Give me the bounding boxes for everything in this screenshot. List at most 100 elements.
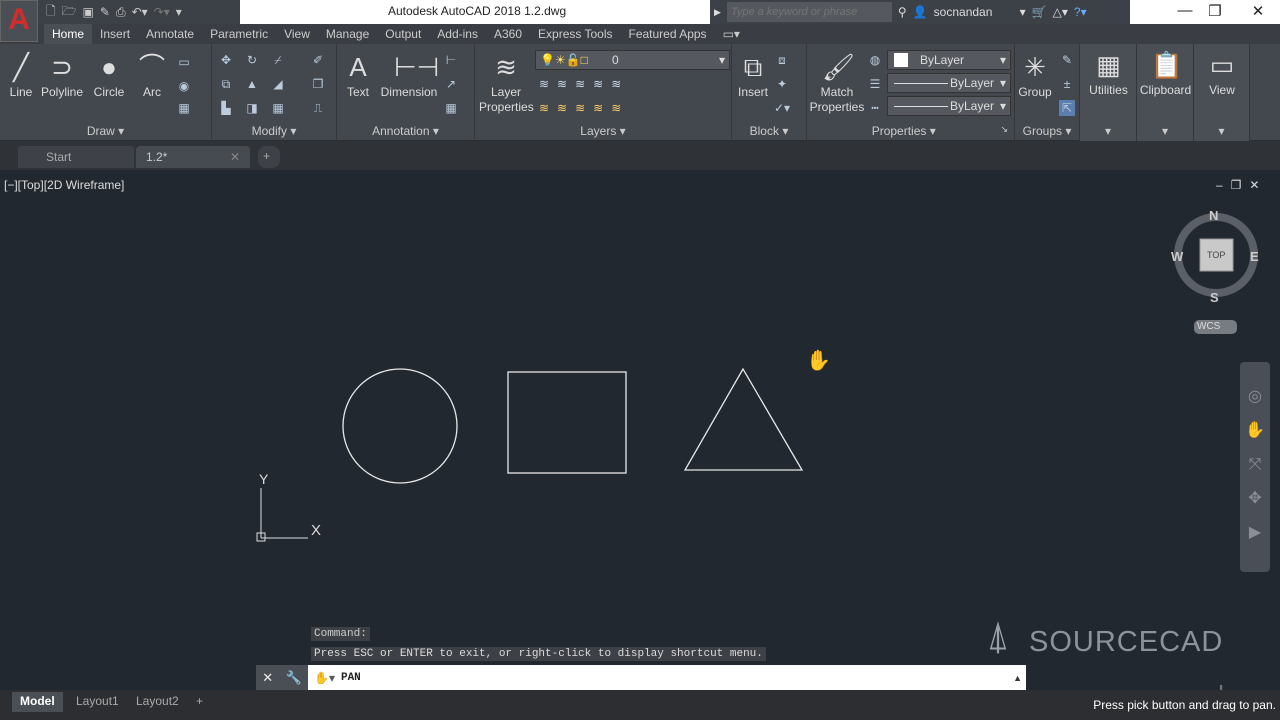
search-input[interactable] bbox=[726, 2, 892, 22]
history-toggle-icon[interactable]: ▲ bbox=[1013, 673, 1022, 683]
compass-west[interactable]: W bbox=[1171, 249, 1183, 264]
attribute-icon[interactable]: ✓▾ bbox=[774, 100, 790, 116]
file-tab-drawing[interactable]: 1.2* ✕ bbox=[136, 146, 250, 168]
linear-dim-icon[interactable]: ⊢ bbox=[443, 52, 459, 68]
viewcube-top-face[interactable]: TOP bbox=[1207, 250, 1225, 260]
circle-button[interactable]: ● Circle bbox=[90, 52, 128, 100]
close-tab-icon[interactable]: ✕ bbox=[230, 150, 240, 164]
view-button[interactable]: ▭ View bbox=[1194, 50, 1250, 98]
save-icon[interactable]: ▣ bbox=[83, 5, 94, 19]
wrench-icon[interactable]: 🔧 bbox=[286, 670, 302, 686]
tab-insert[interactable]: Insert bbox=[92, 24, 138, 44]
close-icon[interactable]: ✕ bbox=[262, 670, 273, 686]
modify-panel-title[interactable]: Modify ▾ bbox=[212, 124, 336, 138]
group-button[interactable]: ✳ Group bbox=[1017, 52, 1053, 100]
help-icon[interactable]: ?▾ bbox=[1074, 5, 1087, 19]
tab-express-tools[interactable]: Express Tools bbox=[530, 24, 620, 44]
leader-icon[interactable]: ↗ bbox=[443, 76, 459, 92]
hatch-fill-icon[interactable]: ◉ bbox=[176, 78, 192, 94]
hatch-icon[interactable]: ▦ bbox=[176, 100, 192, 116]
rectangle-icon[interactable]: ▭ bbox=[176, 54, 192, 70]
minimize-button[interactable]: — bbox=[1170, 2, 1200, 19]
layout-tab-model[interactable]: Model bbox=[12, 692, 63, 712]
group-selection-icon[interactable]: ⇱ bbox=[1059, 100, 1075, 116]
table-icon[interactable]: ▦ bbox=[443, 100, 459, 116]
orbit-icon[interactable]: ✥ bbox=[1244, 482, 1266, 516]
a360-icon[interactable]: △▾ bbox=[1053, 5, 1068, 19]
match-properties-button[interactable]: 🖌 Match Properties bbox=[809, 52, 865, 115]
move-icon[interactable]: ✥ bbox=[218, 52, 234, 68]
ribbon-minimize-icon[interactable]: ▭▾ bbox=[715, 24, 748, 44]
drawing-canvas[interactable] bbox=[0, 170, 1280, 690]
stretch-icon[interactable]: ▙ bbox=[218, 100, 234, 116]
offset-icon[interactable]: ⎍ bbox=[310, 100, 326, 116]
open-icon[interactable]: 🗁 bbox=[62, 2, 77, 23]
dropdown-icon[interactable]: ▾ bbox=[1137, 124, 1193, 138]
block-panel-title[interactable]: Block ▾ bbox=[732, 124, 806, 138]
line-button[interactable]: ╱ Line bbox=[6, 52, 36, 100]
restore-button[interactable]: ❐ bbox=[1200, 2, 1230, 20]
user-account-button[interactable]: socnandan bbox=[934, 5, 1014, 19]
layer-properties-button[interactable]: ≋ Layer Properties bbox=[479, 52, 534, 115]
mirror-icon[interactable]: ▲ bbox=[244, 76, 260, 92]
compass-north[interactable]: N bbox=[1209, 208, 1218, 223]
view-panel[interactable]: ▭ View ▾ bbox=[1194, 44, 1250, 141]
rotate-icon[interactable]: ↻ bbox=[244, 52, 260, 68]
ungroup-icon[interactable]: ✎ bbox=[1059, 52, 1075, 68]
create-block-icon[interactable]: ⧈ bbox=[774, 52, 790, 68]
layout-tab-layout2[interactable]: Layout2 bbox=[128, 692, 187, 712]
erase-icon[interactable]: ✐ bbox=[310, 52, 326, 68]
utilities-button[interactable]: ▦ Utilities bbox=[1080, 50, 1137, 98]
arc-button[interactable]: ⌒ Arc bbox=[136, 52, 168, 100]
command-input[interactable]: PAN bbox=[341, 672, 1013, 684]
tab-addins[interactable]: Add-ins bbox=[429, 24, 486, 44]
showmotion-icon[interactable]: ▶ bbox=[1244, 516, 1266, 550]
dimension-button[interactable]: ⊢⊣ Dimension bbox=[379, 52, 440, 100]
polyline-button[interactable]: ⊃ Polyline bbox=[40, 52, 84, 100]
cart-icon[interactable]: 🛒 bbox=[1032, 5, 1047, 19]
compass-east[interactable]: E bbox=[1250, 249, 1259, 264]
application-menu-button[interactable]: A bbox=[0, 0, 38, 42]
tab-manage[interactable]: Manage bbox=[318, 24, 377, 44]
groups-panel-title[interactable]: Groups ▾ bbox=[1015, 124, 1079, 138]
triangle-shape[interactable] bbox=[683, 367, 804, 471]
properties-panel-title[interactable]: Properties ▾ ↘ bbox=[807, 124, 1014, 138]
color-dropdown[interactable]: ByLayer bbox=[887, 50, 1011, 70]
compass-south[interactable]: S bbox=[1210, 290, 1219, 305]
file-tab-start[interactable]: Start bbox=[18, 146, 134, 168]
scale-icon[interactable]: ◨ bbox=[244, 100, 260, 116]
dropdown-icon[interactable]: ▾ bbox=[1194, 124, 1249, 138]
lineweight-dropdown[interactable]: ByLayer bbox=[887, 96, 1011, 116]
layer-dropdown[interactable]: 💡☀🔓□ 0 bbox=[535, 50, 730, 70]
trim-icon[interactable]: ⌿ bbox=[270, 52, 286, 68]
dropdown-icon[interactable]: ▾ bbox=[1020, 5, 1026, 19]
clipboard-panel[interactable]: 📋 Clipboard ▾ bbox=[1137, 44, 1194, 141]
new-icon[interactable]: 🗋 bbox=[46, 2, 56, 23]
layer-tools-icons-row1[interactable]: ≋≋≋≋≋ bbox=[539, 76, 649, 92]
group-edit-icon[interactable]: ± bbox=[1059, 76, 1075, 92]
navbar-tools[interactable]: ◎ ✋ ⤧ ✥ ▶ bbox=[1244, 380, 1266, 550]
close-button[interactable]: ✕ bbox=[1243, 2, 1273, 20]
linetype-dropdown[interactable]: ByLayer bbox=[887, 73, 1011, 93]
pan-icon[interactable]: ✋ bbox=[1244, 414, 1266, 448]
print-icon[interactable]: ⎙ bbox=[116, 5, 126, 20]
tab-view[interactable]: View bbox=[276, 24, 318, 44]
explode-icon[interactable]: ❒ bbox=[310, 76, 326, 92]
redo-icon[interactable]: ↷▾ bbox=[154, 5, 170, 19]
tab-a360[interactable]: A360 bbox=[486, 24, 530, 44]
tab-annotate[interactable]: Annotate bbox=[138, 24, 202, 44]
expand-icon[interactable]: ▶ bbox=[714, 7, 721, 18]
dropdown-icon[interactable]: ▾ bbox=[1080, 124, 1136, 138]
binoculars-icon[interactable]: ⚲ bbox=[898, 5, 907, 19]
fillet-icon[interactable]: ◢ bbox=[270, 76, 286, 92]
utilities-panel[interactable]: ▦ Utilities ▾ bbox=[1080, 44, 1137, 141]
draw-panel-title[interactable]: Draw ▾ bbox=[0, 124, 211, 138]
text-button[interactable]: A Text bbox=[343, 52, 373, 100]
layers-panel-title[interactable]: Layers ▾ bbox=[475, 124, 731, 138]
tab-output[interactable]: Output bbox=[377, 24, 429, 44]
zoom-icon[interactable]: ⤧ bbox=[1244, 448, 1266, 482]
circle-shape[interactable] bbox=[342, 368, 458, 484]
new-tab-button[interactable]: + bbox=[258, 146, 280, 168]
array-icon[interactable]: ▦ bbox=[270, 100, 286, 116]
clipboard-button[interactable]: 📋 Clipboard bbox=[1137, 50, 1194, 98]
